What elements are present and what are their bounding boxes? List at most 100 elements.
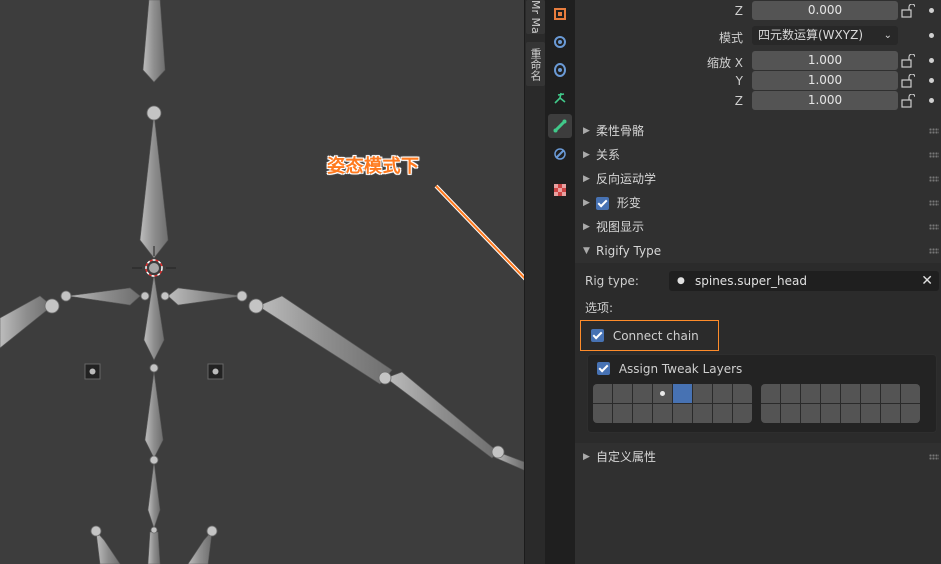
layer-toggle[interactable] <box>713 384 732 403</box>
texture-icon <box>554 184 566 196</box>
unlock-icon[interactable] <box>901 54 915 68</box>
rotation-mode-select[interactable]: 四元数运算(WXYZ) ⌄ <box>752 26 898 45</box>
panel-viewport-display[interactable]: ▶ 视图显示 <box>575 215 941 239</box>
layer-toggle[interactable] <box>653 384 672 403</box>
layer-toggle[interactable] <box>713 404 732 423</box>
bullet-icon: ● <box>677 276 685 286</box>
layer-toggle[interactable] <box>733 404 752 423</box>
layer-toggle[interactable] <box>673 404 692 423</box>
layer-toggle[interactable] <box>821 384 840 403</box>
layer-toggle[interactable] <box>733 384 752 403</box>
tab-rename[interactable]: 重命名 <box>526 42 545 86</box>
tab-armature[interactable] <box>548 86 572 110</box>
layer-toggle[interactable] <box>781 404 800 423</box>
assign-tweak-layers-checkbox[interactable] <box>597 362 610 375</box>
connect-chain-label: Connect chain <box>612 328 699 343</box>
bone-icon <box>553 119 567 133</box>
drag-grip-icon[interactable] <box>929 176 939 182</box>
scale-y-field[interactable]: 1.000 <box>752 71 898 90</box>
panel-custom-properties[interactable]: ▶ 自定义属性 <box>575 445 941 469</box>
scale-z-field[interactable]: 1.000 <box>752 91 898 110</box>
layer-toggle[interactable] <box>861 384 880 403</box>
keyframe-dot-icon[interactable] <box>929 78 934 83</box>
layer-toggle[interactable] <box>901 404 920 423</box>
tab-bone-constraints[interactable] <box>548 142 572 166</box>
layer-toggle[interactable] <box>801 404 820 423</box>
tab-texture[interactable] <box>548 178 572 202</box>
layer-toggle[interactable] <box>821 404 840 423</box>
panel-title: 柔性骨骼 <box>596 124 645 138</box>
annotation-arrow <box>434 184 524 281</box>
panel-bendy-bones[interactable]: ▶ 柔性骨骼 <box>575 119 941 143</box>
panel-title: 反向运动学 <box>596 172 657 186</box>
assign-tweak-layers-option[interactable]: Assign Tweak Layers <box>597 361 742 376</box>
layer-toggle[interactable] <box>901 384 920 403</box>
clear-icon[interactable]: ✕ <box>921 271 933 291</box>
3d-viewport[interactable]: 姿态模式下 <box>0 0 524 564</box>
tweak-layers-box: Assign Tweak Layers <box>587 354 937 433</box>
joint <box>150 526 158 534</box>
tab-physics[interactable] <box>548 58 572 82</box>
deform-checkbox[interactable] <box>596 197 609 210</box>
layer-toggle[interactable] <box>881 404 900 423</box>
layer-toggle[interactable] <box>761 404 780 423</box>
unlock-icon[interactable] <box>901 74 915 88</box>
keyframe-dot-icon[interactable] <box>929 33 934 38</box>
sidebar-tabs: Mr Ma 重命名 <box>524 0 546 564</box>
panel-rigify-type[interactable]: ▼ Rigify Type <box>575 239 941 263</box>
joint <box>248 298 264 314</box>
panel-title: 关系 <box>596 148 621 162</box>
bone-left-shoulder <box>67 287 141 306</box>
object-icon <box>554 8 566 20</box>
drag-grip-icon[interactable] <box>929 454 939 460</box>
unlock-icon[interactable] <box>901 4 915 18</box>
keyframe-dot-icon[interactable] <box>929 58 934 63</box>
drag-grip-icon[interactable] <box>929 248 939 254</box>
layer-toggle[interactable] <box>653 404 672 423</box>
layer-toggle[interactable] <box>881 384 900 403</box>
rotation-z-label: Z <box>734 4 743 18</box>
layer-toggle[interactable] <box>633 404 652 423</box>
tab-modifiers[interactable] <box>548 30 572 54</box>
layer-toggle[interactable] <box>841 404 860 423</box>
layer-toggle[interactable] <box>613 384 632 403</box>
layer-toggle[interactable] <box>841 384 860 403</box>
layer-toggle[interactable] <box>761 384 780 403</box>
tab-object[interactable] <box>548 2 572 26</box>
rotation-z-field[interactable]: 0.000 <box>752 1 898 20</box>
layer-toggle[interactable] <box>593 404 612 423</box>
panel-relations[interactable]: ▶ 关系 <box>575 143 941 167</box>
layer-toggle[interactable] <box>593 384 612 403</box>
panel-title: 自定义属性 <box>596 450 657 464</box>
scale-x-row: 缩放 X 1.000 <box>575 51 941 71</box>
rotation-mode-value: 四元数运算(WXYZ) <box>758 28 864 42</box>
tab-bone[interactable] <box>548 114 572 138</box>
drag-grip-icon[interactable] <box>929 128 939 134</box>
connect-chain-option[interactable]: Connect chain <box>591 328 699 343</box>
keyframe-dot-icon[interactable] <box>929 98 934 103</box>
rig-type-field[interactable]: ● spines.super_head ✕ <box>669 271 939 291</box>
layer-toggle[interactable] <box>613 404 632 423</box>
tab-mr-ma[interactable]: Mr Ma <box>526 0 545 34</box>
drag-grip-icon[interactable] <box>929 200 939 206</box>
layer-toggle[interactable] <box>801 384 820 403</box>
layer-toggle[interactable] <box>693 384 712 403</box>
drag-grip-icon[interactable] <box>929 224 939 230</box>
keyframe-dot-icon[interactable] <box>929 8 934 13</box>
scale-x-label: 缩放 X <box>706 56 743 70</box>
layer-toggle[interactable] <box>693 404 712 423</box>
scale-x-field[interactable]: 1.000 <box>752 51 898 70</box>
layer-grid-left <box>593 384 752 423</box>
layer-toggle[interactable] <box>673 384 692 403</box>
layer-toggle[interactable] <box>861 404 880 423</box>
unlock-icon[interactable] <box>901 94 915 108</box>
scale-z-row: Z 1.000 <box>575 91 941 111</box>
properties-panel: Z 0.000 模式 四元数运算(WXYZ) ⌄ 缩放 X 1.000 Y 1.… <box>575 0 941 564</box>
connect-chain-checkbox[interactable] <box>591 329 604 342</box>
panel-deform[interactable]: ▶ 形变 <box>575 191 941 215</box>
joint <box>149 455 159 465</box>
layer-toggle[interactable] <box>633 384 652 403</box>
drag-grip-icon[interactable] <box>929 152 939 158</box>
panel-inverse-kinematics[interactable]: ▶ 反向运动学 <box>575 167 941 191</box>
layer-toggle[interactable] <box>781 384 800 403</box>
